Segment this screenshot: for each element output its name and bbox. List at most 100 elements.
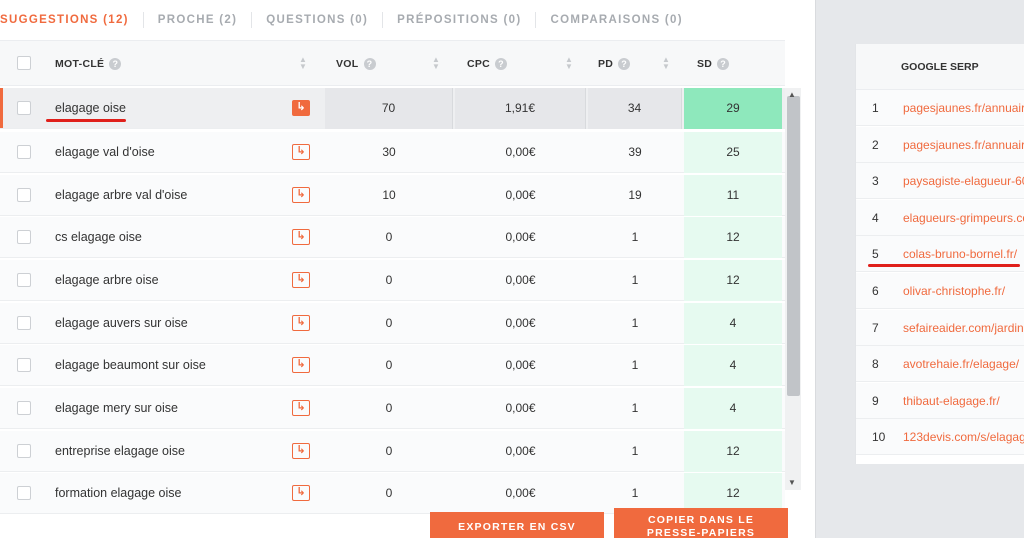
serp-url-link[interactable]: olivar-christophe.fr/ bbox=[903, 273, 1024, 309]
tab-questions[interactable]: QUESTIONS (0) bbox=[252, 14, 382, 26]
keyword-cell: formation elagage oise bbox=[55, 486, 182, 500]
table-row[interactable]: elagage arbre val d'oise ↳ 10 0,00€ 19 11 bbox=[0, 175, 785, 216]
cpc-cell: 0,00€ bbox=[505, 316, 536, 330]
vol-cell: 10 bbox=[382, 188, 396, 202]
serp-rank: 6 bbox=[872, 284, 879, 298]
tab-prepositions[interactable]: PRÉPOSITIONS (0) bbox=[383, 14, 535, 26]
header-vol[interactable]: VOL ? bbox=[336, 41, 376, 87]
open-keyword-icon[interactable]: ↳ bbox=[292, 100, 310, 116]
row-checkbox[interactable] bbox=[17, 316, 31, 330]
serp-url-link[interactable]: thibaut-elagage.fr/ bbox=[903, 383, 1024, 419]
serp-row: 10 123devis.com/s/elagag bbox=[856, 419, 1024, 456]
vol-cell: 0 bbox=[385, 358, 393, 372]
export-csv-button[interactable]: EXPORTER EN CSV bbox=[430, 512, 604, 538]
header-cpc[interactable]: CPC ? bbox=[467, 41, 508, 87]
sort-icon[interactable]: ▲ ▼ bbox=[662, 56, 670, 71]
row-checkbox[interactable] bbox=[17, 401, 31, 415]
keyword-cell: elagage mery sur oise bbox=[55, 401, 178, 415]
serp-url-link[interactable]: elagueurs-grimpeurs.co bbox=[903, 200, 1024, 236]
open-keyword-icon[interactable]: ↳ bbox=[292, 357, 310, 373]
table-row[interactable]: elagage arbre oise ↳ 0 0,00€ 1 12 bbox=[0, 260, 785, 301]
keyword-cell: cs elagage oise bbox=[55, 230, 142, 244]
cpc-cell: 0,00€ bbox=[505, 486, 536, 500]
serp-rank: 3 bbox=[872, 174, 879, 189]
pd-cell: 34 bbox=[588, 88, 682, 129]
keyword-table: MOT-CLÉ ? ▲ ▼ VOL ? ▲ ▼ CPC ? ▲ ▼ PD ? ▲ ▼ S… bbox=[0, 40, 785, 86]
table-row[interactable]: elagage mery sur oise ↳ 0 0,00€ 1 4 bbox=[0, 388, 785, 429]
scroll-down-arrow[interactable]: ▼ bbox=[788, 478, 796, 487]
header-keyword[interactable]: MOT-CLÉ ? bbox=[55, 41, 122, 87]
serp-url-link[interactable]: sefaireaider.com/jardin bbox=[903, 310, 1024, 346]
keyword-cell: elagage val d'oise bbox=[55, 145, 155, 159]
serp-url-link[interactable]: 123devis.com/s/elagag bbox=[903, 419, 1024, 455]
serp-row: 1 pagesjaunes.fr/annuaire bbox=[856, 90, 1024, 126]
sort-icon[interactable]: ▲ ▼ bbox=[299, 56, 307, 71]
info-icon[interactable]: ? bbox=[717, 58, 730, 70]
open-keyword-icon[interactable]: ↳ bbox=[292, 400, 310, 416]
table-row[interactable]: elagage beaumont sur oise ↳ 0 0,00€ 1 4 bbox=[0, 345, 785, 386]
table-body: elagage oise ↳ 70 1,91€ 34 29 elagage val d'oi… bbox=[0, 88, 785, 538]
table-row[interactable]: elagage val d'oise ↳ 30 0,00€ 39 25 bbox=[0, 132, 785, 173]
open-keyword-icon[interactable]: ↳ bbox=[292, 144, 310, 160]
sort-icon[interactable]: ▲ ▼ bbox=[432, 56, 440, 71]
row-checkbox[interactable] bbox=[17, 273, 31, 287]
cpc-cell: 0,00€ bbox=[505, 401, 536, 415]
row-checkbox[interactable] bbox=[17, 486, 31, 500]
table-row[interactable]: elagage auvers sur oise ↳ 0 0,00€ 1 4 bbox=[0, 303, 785, 344]
serp-rank: 4 bbox=[872, 210, 879, 225]
open-keyword-icon[interactable]: ↳ bbox=[292, 229, 310, 245]
table-row[interactable]: elagage oise ↳ 70 1,91€ 34 29 bbox=[0, 88, 785, 129]
scroll-up-arrow[interactable]: ▲ bbox=[788, 90, 796, 99]
google-serp-panel: GOOGLE SERP 1 pagesjaunes.fr/annuaire 2 pag… bbox=[855, 44, 1024, 464]
serp-header: GOOGLE SERP bbox=[856, 44, 1024, 90]
row-checkbox[interactable] bbox=[17, 230, 31, 244]
serp-title: GOOGLE SERP bbox=[901, 61, 979, 73]
open-keyword-icon[interactable]: ↳ bbox=[292, 485, 310, 501]
vol-cell: 70 bbox=[325, 88, 453, 129]
open-keyword-icon[interactable]: ↳ bbox=[292, 187, 310, 203]
open-keyword-icon[interactable]: ↳ bbox=[292, 272, 310, 288]
row-checkbox[interactable] bbox=[17, 101, 31, 115]
cpc-cell: 0,00€ bbox=[505, 145, 536, 159]
keyword-cell: elagage beaumont sur oise bbox=[55, 358, 206, 372]
open-keyword-icon[interactable]: ↳ bbox=[292, 315, 310, 331]
info-icon[interactable]: ? bbox=[618, 58, 631, 70]
serp-url-link[interactable]: avotrehaie.fr/elagage/ bbox=[903, 346, 1024, 382]
sort-icon[interactable]: ▲ ▼ bbox=[565, 56, 573, 71]
copy-clipboard-button[interactable]: COPIER DANS LE PRESSE-PAPIERS bbox=[614, 508, 788, 538]
table-header: MOT-CLÉ ? ▲ ▼ VOL ? ▲ ▼ CPC ? ▲ ▼ PD ? ▲ ▼ S… bbox=[0, 40, 785, 86]
tab-suggestions[interactable]: SUGGESTIONS (12) bbox=[0, 14, 143, 26]
serp-row: 3 paysagiste-elagueur-60 bbox=[856, 163, 1024, 200]
row-checkbox[interactable] bbox=[17, 358, 31, 372]
keyword-cell: elagage arbre oise bbox=[55, 273, 159, 287]
vol-cell: 0 bbox=[385, 444, 393, 458]
serp-url-link[interactable]: paysagiste-elagueur-60 bbox=[903, 163, 1024, 199]
cpc-cell: 0,00€ bbox=[505, 230, 536, 244]
tab-comparaisons[interactable]: COMPARAISONS (0) bbox=[536, 14, 696, 26]
serp-url-link[interactable]: pagesjaunes.fr/annuaire bbox=[903, 90, 1024, 126]
info-icon[interactable]: ? bbox=[363, 58, 376, 70]
info-icon[interactable]: ? bbox=[495, 58, 508, 70]
info-icon[interactable]: ? bbox=[109, 58, 122, 70]
row-checkbox[interactable] bbox=[17, 188, 31, 202]
serp-url-link[interactable]: pagesjaunes.fr/annuaire bbox=[903, 127, 1024, 163]
serp-row: 8 avotrehaie.fr/elagage/ bbox=[856, 346, 1024, 383]
row-checkbox[interactable] bbox=[17, 145, 31, 159]
select-all-checkbox[interactable] bbox=[17, 56, 31, 70]
pd-cell: 1 bbox=[631, 358, 639, 372]
header-sd[interactable]: SD ? bbox=[697, 41, 730, 87]
vol-cell: 30 bbox=[382, 145, 396, 159]
header-pd[interactable]: PD ? bbox=[598, 41, 631, 87]
vol-cell: 0 bbox=[385, 401, 393, 415]
row-checkbox[interactable] bbox=[17, 444, 31, 458]
table-row[interactable]: cs elagage oise ↳ 0 0,00€ 1 12 bbox=[0, 217, 785, 258]
open-keyword-icon[interactable]: ↳ bbox=[292, 443, 310, 459]
keyword-cell: elagage auvers sur oise bbox=[55, 316, 188, 330]
table-row[interactable]: entreprise elagage oise ↳ 0 0,00€ 1 12 bbox=[0, 431, 785, 472]
serp-row: 4 elagueurs-grimpeurs.co bbox=[856, 199, 1024, 236]
sd-cell: 4 bbox=[684, 345, 782, 386]
scrollbar-thumb[interactable] bbox=[787, 96, 800, 396]
tab-proche[interactable]: PROCHE (2) bbox=[144, 14, 251, 26]
serp-row: 7 sefaireaider.com/jardin bbox=[856, 309, 1024, 346]
keyword-cell: entreprise elagage oise bbox=[55, 444, 185, 458]
